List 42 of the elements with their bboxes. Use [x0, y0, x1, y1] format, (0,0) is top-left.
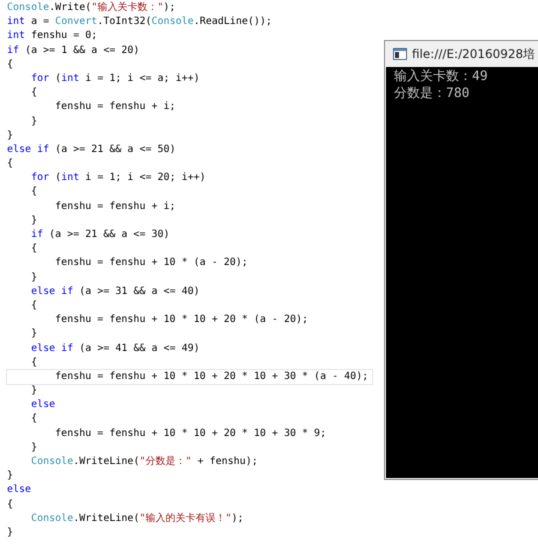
code-line: int fenshu = 0;	[7, 29, 98, 44]
console-text: 分数是：780	[394, 85, 470, 102]
code-line: Console.WriteLine("输入的关卡有误！");	[30, 512, 244, 526]
code-line: fenshu = fenshu + 10 * 10 + 20 * 10 + 30 * (a - 40);	[7, 370, 372, 384]
code-line: fenshu = fenshu + i;	[54, 100, 176, 114]
console-app-icon	[393, 48, 407, 60]
code-line: for (int i = 1; i <= a; i++)	[30, 72, 200, 86]
code-line: {	[30, 298, 38, 313]
code-line: {	[30, 242, 38, 256]
code-line: }	[30, 384, 38, 398]
code-line: else if (a >= 41 && a <= 49)	[30, 342, 200, 356]
code-line: }	[7, 526, 14, 540]
code-line: for (int i = 1; i <= 20; i++)	[30, 171, 206, 186]
code-line: Console.WriteLine("分数是：" + fenshu);	[30, 455, 258, 469]
code-line: int a = Convert.ToInt32(Console.ReadLine());	[7, 15, 272, 30]
code-line: }	[30, 440, 38, 455]
code-line: else	[7, 483, 32, 498]
code-line: if (a >= 1 && a <= 20)	[7, 44, 140, 58]
code-line: }	[30, 327, 38, 342]
code-line: if (a >= 21 && a <= 30)	[30, 228, 170, 242]
code-line: }	[30, 214, 38, 228]
code-line: }	[7, 128, 14, 143]
code-line: {	[30, 185, 38, 200]
window-title: file:///E:/20160928培	[412, 46, 536, 63]
code-line: {	[7, 58, 14, 72]
code-line: else if (a >= 31 && a <= 40)	[30, 284, 200, 299]
code-line: {	[7, 157, 14, 172]
code-line: {	[30, 412, 38, 426]
code-line: {	[30, 86, 38, 100]
console-text: 输入关卡数：49	[394, 68, 488, 85]
code-line: }	[30, 114, 38, 128]
code-line: fenshu = fenshu + 10 * 10 + 20 * 10 + 30 * 9;	[54, 426, 326, 441]
code-line: {	[7, 498, 14, 512]
code-line: Console.Write("输入关卡数：");	[7, 1, 176, 15]
code-line: fenshu = fenshu + 10 * (a - 20);	[54, 256, 248, 270]
code-line: else	[30, 398, 56, 412]
code-line: }	[7, 469, 14, 484]
code-line: fenshu = fenshu + i;	[54, 200, 176, 214]
code-line: else if (a >= 21 && a <= 50)	[7, 142, 176, 157]
code-line: {	[30, 356, 38, 370]
code-line: fenshu = fenshu + 10 * 10 + 20 * (a - 20);	[54, 313, 308, 328]
code-line: }	[30, 270, 38, 285]
